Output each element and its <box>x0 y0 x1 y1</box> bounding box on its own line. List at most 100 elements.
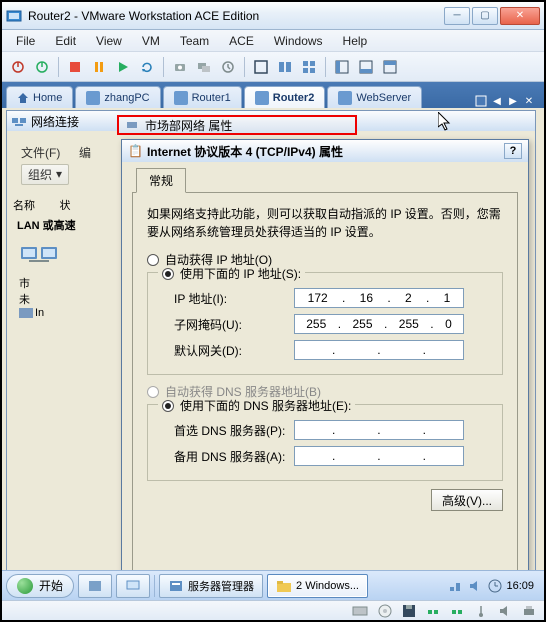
menu-vm[interactable]: VM <box>134 32 168 50</box>
vm-icon <box>338 91 352 105</box>
quick-launch-2[interactable] <box>116 574 150 598</box>
radio-auto-ip[interactable] <box>147 254 159 266</box>
quick-launch-1[interactable] <box>78 574 112 598</box>
menu-file[interactable]: File <box>8 32 43 50</box>
ip-address-input[interactable]: 172. 16. 2. 1 <box>294 288 464 308</box>
menu-help[interactable]: Help <box>335 32 376 50</box>
tab-next-icon[interactable]: ▶ <box>506 94 520 108</box>
label-dns1: 首选 DNS 服务器(P): <box>174 422 294 439</box>
label-dns2: 备用 DNS 服务器(A): <box>174 448 294 465</box>
dns1-input[interactable]: ... <box>294 420 464 440</box>
vm-icon <box>255 91 269 105</box>
menu-team[interactable]: Team <box>172 32 217 50</box>
fullscreen-icon[interactable] <box>251 57 271 77</box>
home-icon <box>17 92 29 104</box>
device-usb-icon[interactable] <box>474 604 488 618</box>
system-tray: 16:09 <box>442 579 540 593</box>
pause-icon[interactable] <box>89 57 109 77</box>
maximize-button[interactable]: ▢ <box>472 7 498 25</box>
menu-edit[interactable]: Edit <box>47 32 84 50</box>
clock[interactable]: 16:09 <box>488 579 534 593</box>
radio-manual-dns[interactable] <box>162 400 174 412</box>
label-ip: IP 地址(I): <box>174 290 294 307</box>
unity-icon[interactable] <box>299 57 319 77</box>
lan-group: LAN 或高速 <box>13 213 80 237</box>
device-sound-icon[interactable] <box>498 604 512 618</box>
toolbar <box>2 52 544 82</box>
edit-menu[interactable]: 编 <box>79 144 91 161</box>
minimize-button[interactable]: ─ <box>444 7 470 25</box>
gateway-input[interactable]: ... <box>294 340 464 360</box>
power-off-icon[interactable] <box>8 57 28 77</box>
menu-windows[interactable]: Windows <box>266 32 331 50</box>
vm-icon <box>174 91 188 105</box>
tab-general[interactable]: 常规 <box>136 168 186 193</box>
device-net1-icon[interactable] <box>426 604 440 618</box>
sidebar-toggle-icon[interactable] <box>332 57 352 77</box>
col-status[interactable]: 状 <box>59 200 70 212</box>
tab-home[interactable]: Home <box>6 86 73 108</box>
task-label: 服务器管理器 <box>188 578 254 594</box>
snapshot-manager-icon[interactable] <box>194 57 214 77</box>
tab-label: Router2 <box>273 92 315 104</box>
advanced-button[interactable]: 高级(V)... <box>431 489 503 511</box>
taskbar: 开始 服务器管理器 2 Windows... 16:09 <box>2 570 544 600</box>
label-gateway: 默认网关(D): <box>174 342 294 359</box>
network-adapter-icon[interactable]: 市 未 In <box>19 243 74 319</box>
tab-router1[interactable]: Router1 <box>163 86 242 108</box>
menu-ace[interactable]: ACE <box>221 32 262 50</box>
snapshot-icon[interactable] <box>170 57 190 77</box>
radio-manual-dns-label: 使用下面的 DNS 服务器地址(E): <box>180 397 351 414</box>
tab-webserver[interactable]: WebServer <box>327 86 422 108</box>
desktop-icon <box>125 579 141 593</box>
adapter-properties-titlebar: 市场部网络 属性 <box>117 115 357 135</box>
help-button[interactable]: ? <box>504 143 522 159</box>
organize-button[interactable]: 组织 ▾ <box>21 164 69 185</box>
ipv4-title: Internet 协议版本 4 (TCP/IPv4) 属性 <box>147 143 343 160</box>
ipv4-description: 如果网络支持此功能，则可以获取自动指派的 IP 设置。否则，您需要从网络系统管理… <box>147 205 503 241</box>
close-button[interactable]: ✕ <box>500 7 540 25</box>
tab-zhangpc[interactable]: zhangPC <box>75 86 160 108</box>
revert-icon[interactable] <box>218 57 238 77</box>
tray-network-icon[interactable] <box>448 579 462 593</box>
server-manager-icon <box>168 579 184 593</box>
new-tab-icon[interactable] <box>474 94 488 108</box>
vmware-title: Router2 - VMware Workstation ACE Edition <box>28 9 444 23</box>
start-button[interactable]: 开始 <box>6 574 74 598</box>
vmware-icon <box>6 8 22 24</box>
device-hdd-icon[interactable] <box>352 604 368 618</box>
quickswitch-icon[interactable] <box>275 57 295 77</box>
clock-icon <box>488 579 502 593</box>
power-on-icon[interactable] <box>32 57 52 77</box>
toolbar-toggle-icon[interactable] <box>380 57 400 77</box>
radio-manual-ip[interactable] <box>162 268 174 280</box>
server-icon <box>87 579 103 593</box>
col-name[interactable]: 名称 <box>13 200 35 212</box>
device-printer-icon[interactable] <box>522 604 536 618</box>
dns2-input[interactable]: ... <box>294 446 464 466</box>
play-icon[interactable] <box>113 57 133 77</box>
vmware-titlebar: Router2 - VMware Workstation ACE Edition… <box>2 2 544 30</box>
tab-label: Router1 <box>192 92 231 104</box>
radio-manual-ip-label: 使用下面的 IP 地址(S): <box>180 265 301 282</box>
clock-time: 16:09 <box>506 580 534 592</box>
file-menu[interactable]: 文件(F) <box>21 144 60 161</box>
task-server-manager[interactable]: 服务器管理器 <box>159 574 263 598</box>
menu-view[interactable]: View <box>88 32 130 50</box>
task-windows-group[interactable]: 2 Windows... <box>267 574 368 598</box>
tray-volume-icon[interactable] <box>468 579 482 593</box>
network-connections-window: 网络连接 市场部网络 属性 文件(F) 编 组织 ▾ 名称 状 LAN 或高速 … <box>6 110 536 570</box>
stop-icon[interactable] <box>65 57 85 77</box>
device-cd-icon[interactable] <box>378 604 392 618</box>
summary-toggle-icon[interactable] <box>356 57 376 77</box>
reset-icon[interactable] <box>137 57 157 77</box>
subnet-mask-input[interactable]: 255. 255. 255. 0 <box>294 314 464 334</box>
explorer-title: 网络连接 <box>31 113 79 130</box>
device-floppy-icon[interactable] <box>402 604 416 618</box>
tab-router2[interactable]: Router2 <box>244 86 326 108</box>
network-icon <box>11 114 27 128</box>
vm-icon <box>86 91 100 105</box>
device-net2-icon[interactable] <box>450 604 464 618</box>
tab-close-icon[interactable]: ✕ <box>522 94 536 108</box>
tab-prev-icon[interactable]: ◀ <box>490 94 504 108</box>
